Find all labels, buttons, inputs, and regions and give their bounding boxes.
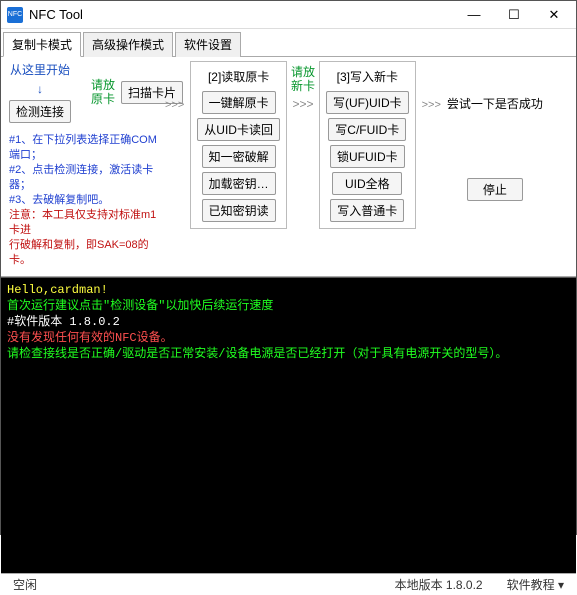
app-icon: NFC — [7, 7, 23, 23]
status-version: 本地版本 1.8.0.2 — [395, 576, 483, 593]
stop-button[interactable]: 停止 — [467, 178, 523, 201]
write-uf-uid-button[interactable]: 写(UF)UID卡 — [326, 91, 409, 114]
legend-2: #2、点击检测连接，激活读卡器； — [9, 163, 159, 193]
maximize-button[interactable]: ☐ — [494, 3, 534, 27]
lock-ufuid-button[interactable]: 锁UFUID卡 — [330, 145, 405, 168]
known-key-read-button[interactable]: 已知密钥读 — [202, 199, 276, 222]
log-console[interactable]: Hello,cardman! 首次运行建议点击"检测设备"以加快后续运行速度 #… — [1, 277, 576, 573]
read-group: [2]读取原卡 一键解原卡 从UID卡读回 知一密破解 加载密钥… 已知密钥读 — [190, 61, 287, 229]
tab-settings[interactable]: 软件设置 — [175, 32, 241, 57]
write-cfuid-button[interactable]: 写C/FUID卡 — [328, 118, 406, 141]
log-line: 请检查接线是否正确/驱动是否正常安装/设备电源是否已经打开（对于具有电源开关的型… — [7, 347, 507, 361]
down-arrow-icon: ↓ — [37, 82, 43, 96]
tab-copy-mode[interactable]: 复制卡模式 — [3, 32, 81, 57]
arrow-icon: >>> — [163, 85, 186, 111]
write-group: [3]写入新卡 写(UF)UID卡 写C/FUID卡 锁UFUID卡 UID全格… — [319, 61, 416, 229]
know-one-crack-button[interactable]: 知一密破解 — [202, 145, 276, 168]
write-title: [3]写入新卡 — [337, 68, 398, 85]
log-line: 没有发现任何有效的NFC设备。 — [7, 331, 173, 345]
minimize-button[interactable]: ― — [454, 3, 494, 27]
close-button[interactable]: ✕ — [534, 3, 574, 27]
status-tutorial[interactable]: 软件教程 ▾ — [507, 576, 564, 593]
load-key-button[interactable]: 加载密钥… — [202, 172, 276, 195]
uid-format-button[interactable]: UID全格 — [332, 172, 402, 195]
start-here-label: 从这里开始 — [10, 61, 70, 78]
status-idle: 空闲 — [13, 576, 37, 593]
write-normal-button[interactable]: 写入普通卡 — [330, 199, 404, 222]
chevron-down-icon: ▾ — [558, 578, 564, 592]
read-from-uid-button[interactable]: 从UID卡读回 — [197, 118, 280, 141]
legend-note1: 注意：本工具仅支持对标准m1卡进 — [9, 208, 159, 238]
one-key-decode-button[interactable]: 一键解原卡 — [202, 91, 276, 114]
read-title: [2]读取原卡 — [208, 68, 269, 85]
log-line: 首次运行建议点击"检测设备"以加快后续运行速度 — [7, 299, 273, 313]
window-title: NFC Tool — [29, 7, 454, 22]
arrow-icon-3: >>> — [420, 85, 443, 111]
try-label: 尝试一下是否成功 — [447, 95, 543, 112]
arrow-icon-2: >>> — [292, 97, 313, 111]
place-new-label: 请放 新卡 — [291, 65, 315, 93]
legend-1: #1、在下拉列表选择正确COM端口； — [9, 133, 159, 163]
place-original-label: 请放 原卡 — [91, 78, 115, 106]
legend-note2: 行破解和复制，即SAK=08的卡。 — [9, 238, 159, 268]
log-line: Hello,cardman! — [7, 283, 108, 297]
tab-advanced[interactable]: 高级操作模式 — [83, 32, 173, 57]
detect-connect-button[interactable]: 检测连接 — [9, 100, 71, 123]
log-line: #软件版本 1.8.0.2 — [7, 315, 120, 329]
legend-3: #3、去破解复制吧。 — [9, 193, 159, 208]
